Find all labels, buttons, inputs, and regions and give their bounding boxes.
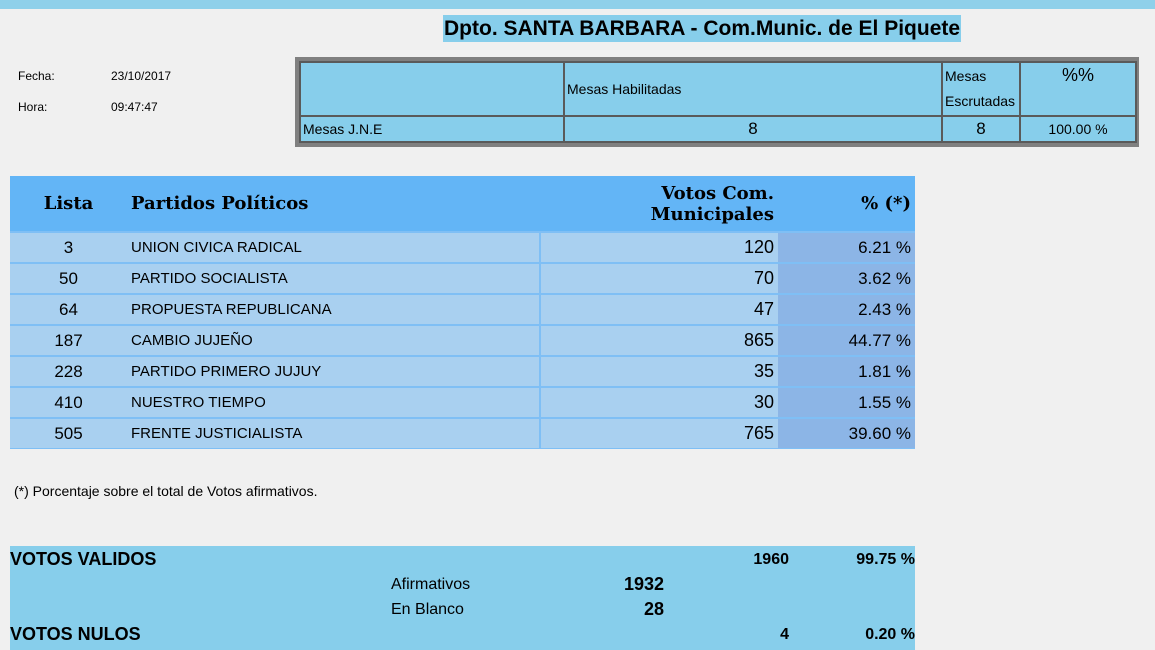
table-row: 187 CAMBIO JUJEÑO 865 44.77 % xyxy=(10,324,915,357)
header-partido: Partidos Políticos xyxy=(127,176,540,232)
mesas-pct-value: 100.00 % xyxy=(1019,115,1137,143)
row-pct: 3.62 % xyxy=(778,262,915,295)
table-row: 505 FRENTE JUSTICIALISTA 765 39.60 % xyxy=(10,417,915,449)
row-votos: 30 xyxy=(539,386,778,419)
votos-nulos-pct: 0.20 % xyxy=(865,626,915,643)
table-row: 64 PROPUESTA REPUBLICANA 47 2.43 % xyxy=(10,293,915,326)
afirmativos-label: Afirmativos xyxy=(391,576,471,593)
votos-nulos-label: VOTOS NULOS xyxy=(10,624,141,644)
header-pct: % (*) xyxy=(778,176,915,232)
row-pct: 2.43 % xyxy=(778,293,915,326)
table-row: 228 PARTIDO PRIMERO JUJUY 35 1.81 % xyxy=(10,355,915,388)
mesas-table: Mesas Habilitadas Mesas Escrutadas %% Me… xyxy=(299,61,1137,143)
totales-panel: VOTOS VALIDOS 1960 99.75 % Afirmativos 1… xyxy=(10,546,915,650)
mesas-habilitadas-value: 8 xyxy=(563,115,943,143)
fecha-label: Fecha: xyxy=(18,69,55,83)
mesas-row-label: Mesas J.N.E xyxy=(299,115,565,143)
row-lista: 187 xyxy=(10,324,127,357)
mesas-header-escrutadas: Mesas Escrutadas xyxy=(941,61,1021,117)
row-votos: 70 xyxy=(539,262,778,295)
row-lista: 505 xyxy=(10,417,127,449)
table-row: 410 NUESTRO TIEMPO 30 1.55 % xyxy=(10,386,915,419)
en-blanco-count: 28 xyxy=(643,599,664,619)
row-lista: 50 xyxy=(10,262,127,295)
row-lista: 64 xyxy=(10,293,127,326)
row-partido: UNION CIVICA RADICAL xyxy=(127,231,540,264)
footnote: (*) Porcentaje sobre el total de Votos a… xyxy=(14,483,318,499)
row-votos: 120 xyxy=(539,231,778,264)
row-pct: 1.81 % xyxy=(778,355,915,388)
row-lista: 410 xyxy=(10,386,127,419)
votos-validos-pct: 99.75 % xyxy=(856,551,915,568)
page-title: Dpto. SANTA BARBARA - Com.Munic. de El P… xyxy=(443,15,962,42)
row-votos: 865 xyxy=(539,324,778,357)
partidos-table: Lista Partidos Políticos Votos Com. Muni… xyxy=(10,176,915,449)
mesas-header-empty xyxy=(299,61,565,117)
header-votos: Votos Com. Municipales xyxy=(540,176,778,232)
afirmativos-count: 1932 xyxy=(623,574,664,594)
row-partido: PARTIDO SOCIALISTA xyxy=(127,262,540,295)
table-row: 3 UNION CIVICA RADICAL 120 6.21 % xyxy=(10,231,915,264)
partidos-header-row: Lista Partidos Políticos Votos Com. Muni… xyxy=(10,176,915,232)
row-votos: 47 xyxy=(539,293,778,326)
mesas-escrutadas-value: 8 xyxy=(941,115,1021,143)
hora-label: Hora: xyxy=(18,100,48,114)
fecha-value: 23/10/2017 xyxy=(111,69,172,83)
votos-validos-count: 1960 xyxy=(753,551,789,568)
en-blanco-label: En Blanco xyxy=(391,601,464,618)
hora-value: 09:47:47 xyxy=(111,100,158,114)
row-pct: 39.60 % xyxy=(778,417,915,449)
row-pct: 1.55 % xyxy=(778,386,915,419)
votos-nulos-count: 4 xyxy=(780,626,789,643)
header-lista: Lista xyxy=(10,176,127,232)
row-partido: CAMBIO JUJEÑO xyxy=(127,324,540,357)
row-partido: FRENTE JUSTICIALISTA xyxy=(127,417,540,449)
row-pct: 6.21 % xyxy=(778,231,915,264)
row-partido: NUESTRO TIEMPO xyxy=(127,386,540,419)
row-votos: 35 xyxy=(539,355,778,388)
row-pct: 44.77 % xyxy=(778,324,915,357)
mesas-header-habilitadas: Mesas Habilitadas xyxy=(563,61,943,117)
row-partido: PROPUESTA REPUBLICANA xyxy=(127,293,540,326)
row-lista: 228 xyxy=(10,355,127,388)
mesas-summary-box: Mesas Habilitadas Mesas Escrutadas %% Me… xyxy=(295,57,1139,147)
top-bar xyxy=(0,0,1155,9)
mesas-header-pct: %% xyxy=(1019,61,1137,117)
votos-validos-label: VOTOS VALIDOS xyxy=(10,549,157,569)
row-votos: 765 xyxy=(539,417,778,449)
table-row: 50 PARTIDO SOCIALISTA 70 3.62 % xyxy=(10,262,915,295)
row-lista: 3 xyxy=(10,231,127,264)
row-partido: PARTIDO PRIMERO JUJUY xyxy=(127,355,540,388)
